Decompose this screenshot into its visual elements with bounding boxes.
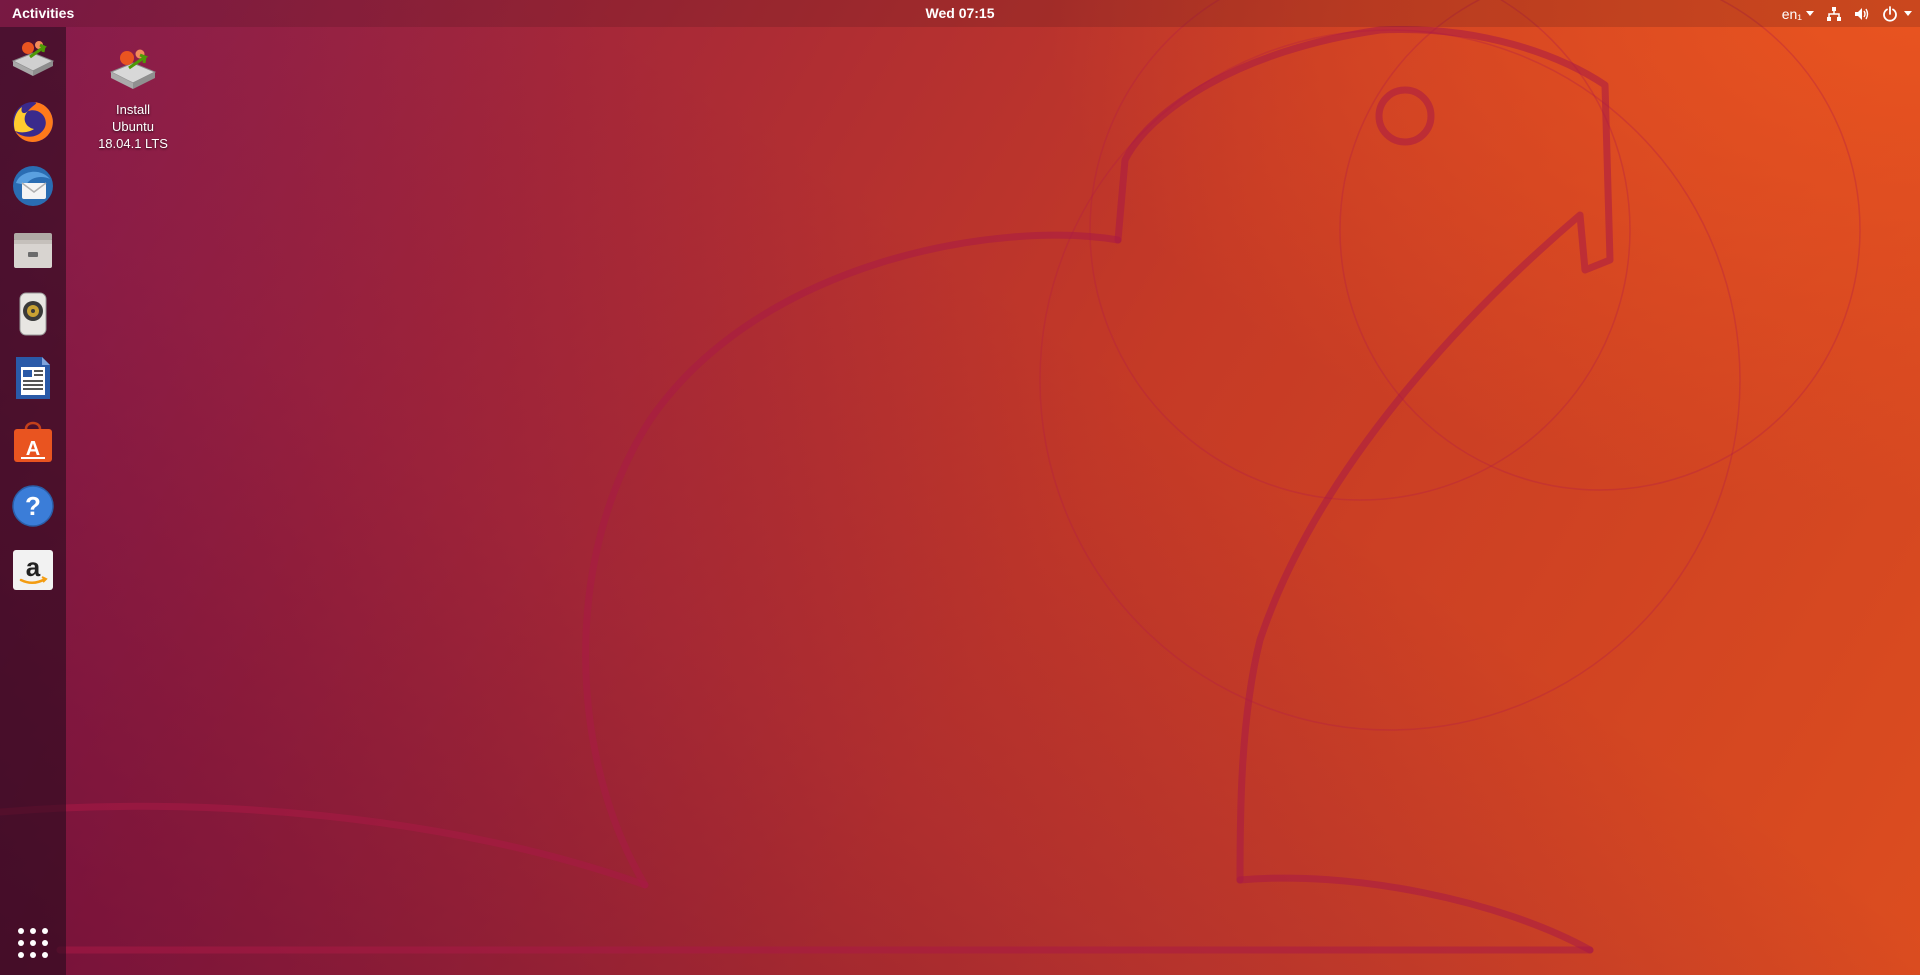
dock: A ? a: [0, 27, 66, 975]
rhythmbox-icon: [19, 292, 47, 336]
firefox-icon: [13, 102, 53, 142]
installer-icon: [109, 49, 157, 89]
dock-item-writer[interactable]: [9, 354, 57, 402]
desktop[interactable]: Activities Wed 07:15 en₁ A ? a Install U…: [0, 0, 1920, 975]
dock-item-software[interactable]: A: [9, 418, 57, 466]
clock-button[interactable]: Wed 07:15: [926, 5, 995, 21]
chevron-down-icon: [1806, 11, 1814, 16]
dock-item-amazon[interactable]: a: [9, 546, 57, 594]
amazon-icon: a: [13, 550, 53, 590]
power-icon: [1882, 5, 1898, 22]
language-menu[interactable]: en₁: [1782, 6, 1814, 22]
help-icon: ?: [12, 485, 54, 527]
desktop-icon-label-line: 18.04.1 LTS: [98, 136, 168, 151]
wallpaper-shade: [0, 0, 1920, 975]
chevron-down-icon: [1904, 11, 1912, 16]
show-applications-button[interactable]: [9, 919, 57, 967]
svg-text:a: a: [26, 552, 41, 582]
dock-item-rhythmbox[interactable]: [9, 290, 57, 338]
desktop-icon-label-line: Install: [116, 102, 150, 117]
status-menu[interactable]: [1826, 5, 1912, 22]
svg-text:?: ?: [25, 491, 41, 521]
desktop-icon-install-ubuntu[interactable]: Install Ubuntu 18.04.1 LTS: [93, 44, 173, 152]
thunderbird-icon: [13, 166, 53, 206]
installer-icon: [11, 41, 55, 76]
dock-item-installer[interactable]: [9, 33, 57, 81]
dock-item-help[interactable]: ?: [9, 482, 57, 530]
writer-icon: [16, 357, 50, 399]
system-tray: en₁: [1782, 0, 1912, 27]
software-center-icon: A: [14, 421, 52, 462]
clock: Wed 07:15: [0, 5, 1920, 21]
wallpaper-beaver-art: [0, 0, 1861, 954]
svg-text:A: A: [26, 438, 40, 460]
language-label: en₁: [1781, 5, 1802, 22]
desktop-icon-label: Install Ubuntu 18.04.1 LTS: [93, 101, 173, 152]
show-applications-icon: [18, 928, 48, 958]
files-icon: [14, 233, 52, 268]
dock-item-firefox[interactable]: [9, 98, 57, 146]
volume-icon: [1854, 6, 1870, 22]
top-bar: Activities Wed 07:15 en₁: [0, 0, 1920, 27]
network-icon: [1826, 6, 1842, 22]
dock-item-thunderbird[interactable]: [9, 162, 57, 210]
desktop-icon-label-line: Ubuntu: [112, 119, 154, 134]
dock-item-files[interactable]: [9, 226, 57, 274]
